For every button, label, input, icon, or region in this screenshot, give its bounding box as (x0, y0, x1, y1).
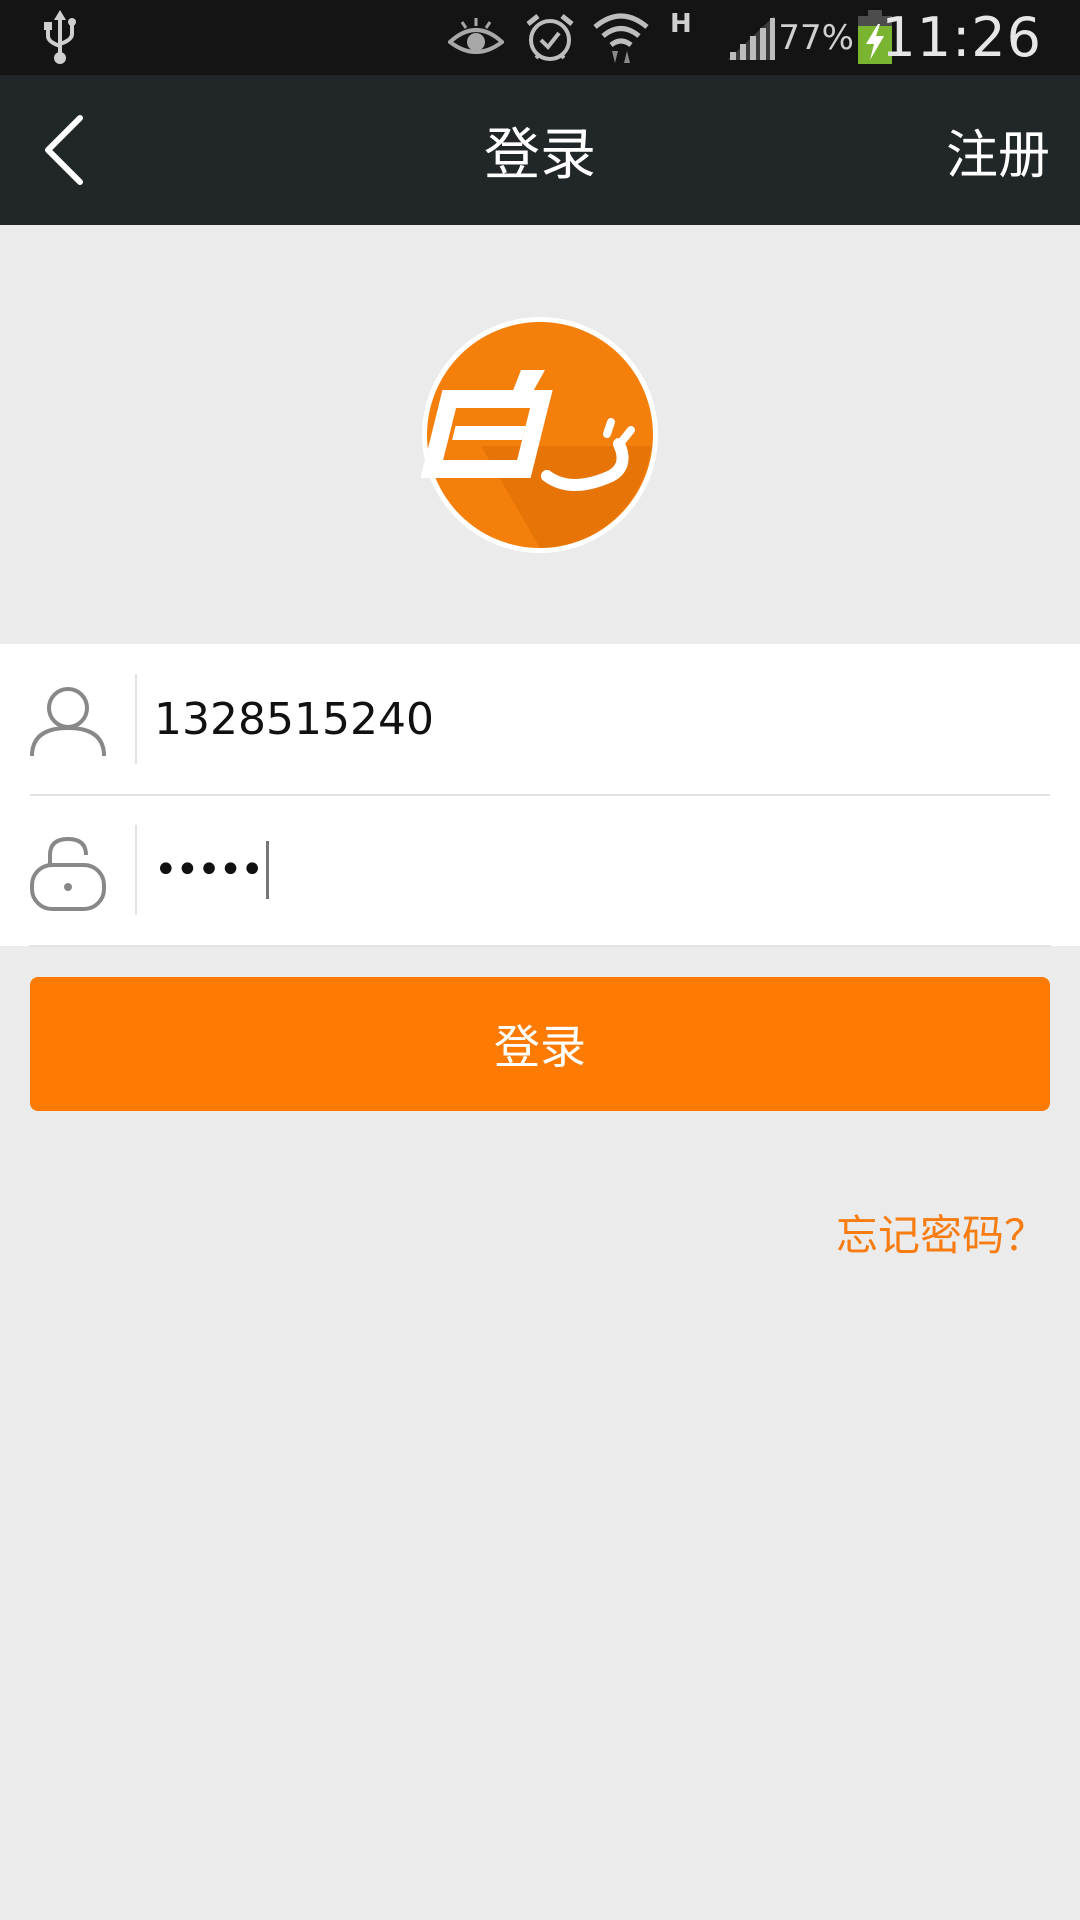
username-input[interactable]: 1328515240 (154, 644, 434, 794)
page-title: 登录 (484, 122, 596, 188)
field-separator (135, 825, 137, 915)
status-bar: H 77% 11:26 (0, 0, 1080, 75)
back-button[interactable] (40, 105, 130, 195)
login-form: 1328515240 ••••• (0, 644, 1080, 947)
lock-icon (28, 833, 108, 913)
clock-time: 11:26 (881, 6, 1042, 69)
chevron-left-icon (45, 115, 83, 185)
app-logo (420, 316, 659, 554)
login-screen: H 77% 11:26 登录 注册 1328515240 ••••• 登录 忘记… (0, 0, 1080, 1920)
eye-icon (448, 0, 504, 75)
signal-icon (726, 0, 776, 75)
user-icon (28, 682, 108, 762)
login-button[interactable]: 登录 (30, 977, 1050, 1111)
password-row: ••••• (0, 795, 1080, 945)
password-mask: ••••• (154, 847, 264, 893)
field-separator (135, 674, 137, 764)
usb-icon (40, 0, 80, 75)
alarm-icon (524, 0, 576, 75)
battery-percent: 77% (778, 17, 854, 58)
text-caret (265, 841, 269, 899)
password-input[interactable]: ••••• (154, 795, 269, 945)
title-bar: 登录 注册 (0, 75, 1080, 225)
username-row: 1328515240 (0, 644, 1080, 794)
network-type-label: H (670, 8, 692, 39)
wifi-icon (592, 0, 650, 75)
divider (30, 945, 1050, 947)
register-link[interactable]: 注册 (946, 75, 1050, 225)
forgot-password-link[interactable]: 忘记密码？ (836, 1200, 1046, 1264)
